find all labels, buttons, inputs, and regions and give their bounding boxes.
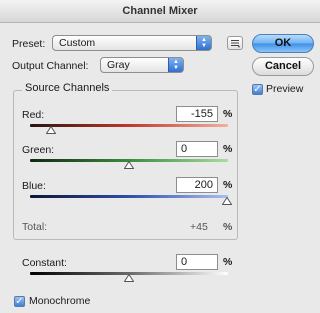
preset-label: Preset:	[12, 38, 46, 50]
red-slider-track[interactable]	[30, 124, 228, 127]
slider-thumb-icon	[222, 197, 232, 205]
monochrome-label: Monochrome	[29, 295, 91, 307]
constant-unit: %	[223, 256, 233, 268]
blue-slider-track[interactable]	[30, 195, 228, 198]
output-channel-label: Output Channel:	[12, 60, 89, 72]
constant-label: Constant:	[22, 257, 67, 269]
up-down-arrows-icon: ▲ ▼	[168, 58, 183, 72]
blue-slider-thumb[interactable]	[222, 197, 232, 205]
window-title: Channel Mixer	[0, 0, 320, 23]
cancel-button[interactable]: Cancel	[252, 57, 314, 76]
red-unit: %	[223, 108, 233, 120]
blue-label: Blue:	[22, 180, 46, 192]
total-label: Total:	[22, 221, 48, 233]
total-value: +45	[190, 221, 208, 233]
preview-checkbox[interactable]: ✓	[252, 84, 263, 95]
red-slider-thumb[interactable]	[46, 126, 56, 134]
checkmark-icon: ✓	[15, 296, 24, 307]
source-channels-title: Source Channels	[22, 82, 113, 94]
checkmark-icon: ✓	[253, 84, 262, 95]
list-menu-icon	[231, 40, 240, 48]
red-label: Red:	[22, 109, 45, 121]
constant-value-field[interactable]: 0	[176, 254, 218, 270]
blue-unit: %	[223, 179, 233, 191]
red-value-field[interactable]: -155	[176, 106, 218, 122]
preset-select[interactable]: Custom ▲ ▼	[52, 35, 212, 51]
green-value-field[interactable]: 0	[176, 141, 218, 157]
green-label: Green:	[22, 144, 55, 156]
slider-thumb-icon	[46, 126, 56, 134]
preset-options-button[interactable]	[227, 36, 243, 50]
total-unit: %	[223, 221, 233, 233]
green-unit: %	[223, 143, 233, 155]
preset-value: Custom	[59, 37, 96, 49]
blue-value-field[interactable]: 200	[176, 177, 218, 193]
monochrome-checkbox[interactable]: ✓	[14, 296, 25, 307]
up-down-arrows-icon: ▲ ▼	[196, 36, 211, 50]
constant-slider-thumb[interactable]	[124, 274, 134, 282]
slider-thumb-icon	[124, 274, 134, 282]
ok-button[interactable]: OK	[252, 34, 314, 53]
output-channel-select[interactable]: Gray ▲ ▼	[100, 57, 184, 73]
slider-thumb-icon	[124, 161, 134, 169]
preview-label: Preview	[266, 83, 304, 95]
output-channel-value: Gray	[107, 59, 130, 71]
green-slider-thumb[interactable]	[124, 161, 134, 169]
